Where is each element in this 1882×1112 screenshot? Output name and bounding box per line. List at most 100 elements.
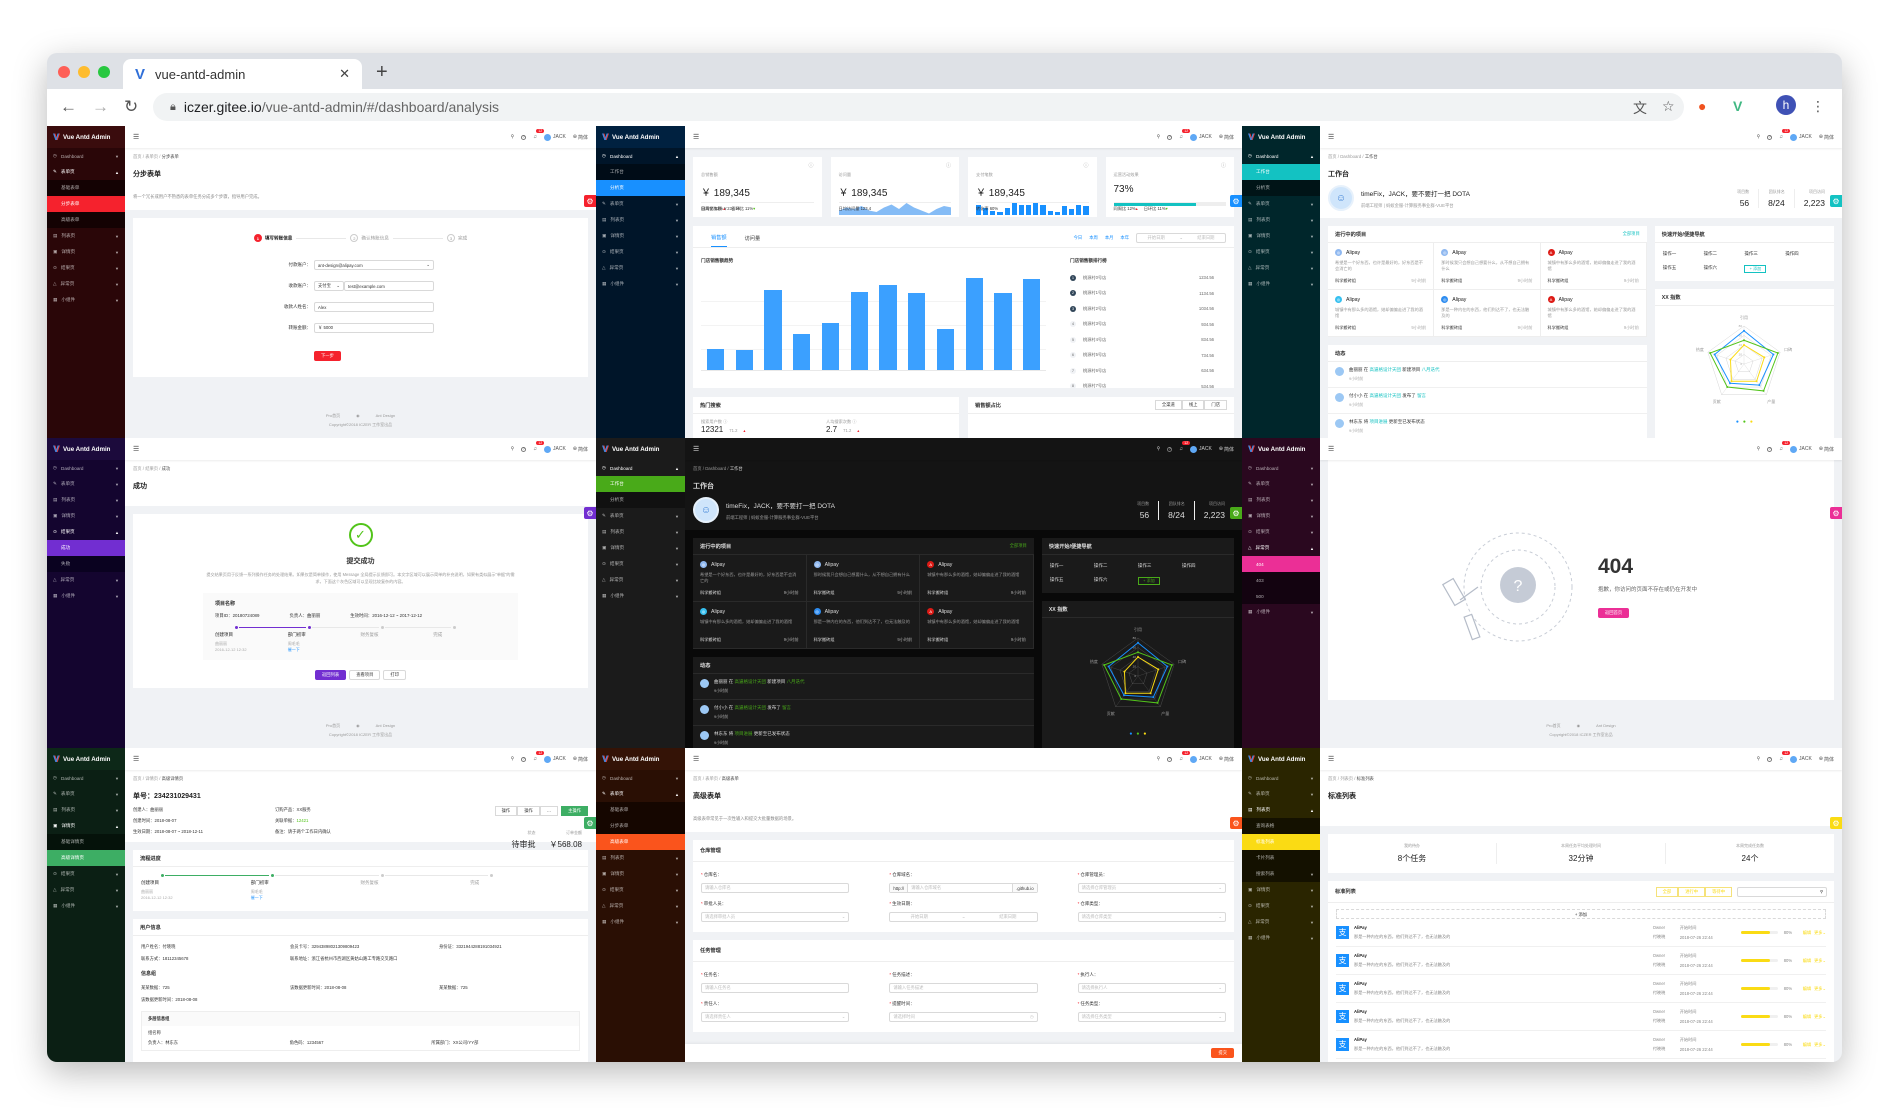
sidebar-item-2[interactable]: ▤ 列表页 ▼: [1242, 492, 1320, 508]
quick-nav-link[interactable]: 操作五: [1663, 265, 1704, 273]
language-switch[interactable]: ⊕ 简体: [573, 134, 588, 141]
user-menu[interactable]: JACK: [1190, 755, 1212, 763]
notification-button[interactable]: ♫ 12: [1779, 129, 1791, 140]
submenu-item[interactable]: 标准列表: [1242, 834, 1320, 850]
channel-option[interactable]: 全渠道: [1154, 400, 1182, 410]
github-icon[interactable]: ◉: [1577, 721, 1581, 730]
search-icon[interactable]: ⚲: [1157, 756, 1161, 762]
sales-bar[interactable]: [706, 348, 724, 370]
sidebar-item-4[interactable]: ⊙ 结果页 ▼: [1242, 898, 1320, 914]
breadcrumb-item[interactable]: 首页: [1328, 154, 1337, 159]
sidebar-item-6[interactable]: ▦ 小组件 ▼: [47, 588, 125, 604]
question-circle-icon[interactable]: ?: [1167, 134, 1173, 140]
filter-option[interactable]: 进行中: [1678, 886, 1706, 897]
submenu-item[interactable]: 分析页: [1242, 180, 1320, 196]
user-menu[interactable]: JACK: [544, 755, 566, 763]
breadcrumb-item[interactable]: Dashboard: [1340, 154, 1361, 159]
select-field[interactable]: 请选择责任人 ⌄: [701, 1012, 850, 1022]
settings-drawer-button[interactable]: ⚙: [1230, 817, 1242, 829]
submit-button[interactable]: 提交: [1211, 1048, 1234, 1058]
form-input[interactable]: test@example.com: [344, 281, 434, 291]
sidebar-item-0[interactable]: ◷ Dashboard ▼: [596, 770, 685, 786]
footer-link-antd[interactable]: Ant Design: [376, 723, 396, 728]
legend-dot[interactable]: ●: [1750, 419, 1753, 425]
quick-nav-link[interactable]: 操作一: [1050, 563, 1094, 569]
menu-fold-icon[interactable]: ☰: [1328, 445, 1334, 453]
quick-nav-link[interactable]: 操作五: [1050, 577, 1094, 585]
sidebar-item-6[interactable]: ▦ 小组件 ▼: [596, 588, 685, 604]
quick-nav-link[interactable]: 操作六: [1704, 265, 1745, 273]
sidebar-item-6[interactable]: ▦ 小组件 ▼: [1242, 930, 1320, 946]
sidebar-item-6[interactable]: ▦ 小组件 ▼: [1242, 276, 1320, 292]
submenu-item[interactable]: 分步表单: [596, 818, 685, 834]
question-circle-icon[interactable]: ?: [1767, 756, 1773, 762]
user-menu[interactable]: JACK: [544, 133, 566, 141]
submenu-item[interactable]: 403: [1242, 572, 1320, 588]
settings-drawer-button[interactable]: ⚙: [1830, 507, 1842, 519]
language-switch[interactable]: ⊕ 简体: [573, 756, 588, 763]
project-card[interactable]: ◎ Alipay 那是一种内在的东西，他们到达不了，也无法触及的 科学搬砖组 9小时前: [806, 602, 921, 649]
sales-bar[interactable]: [908, 292, 926, 370]
forward-icon[interactable]: →: [92, 97, 109, 117]
select-field[interactable]: 请选择执行人 ⌄: [1077, 983, 1226, 993]
submenu-item[interactable]: 查询表格: [1242, 818, 1320, 834]
legend-dot[interactable]: ●: [1143, 731, 1146, 737]
breadcrumb-item[interactable]: 首页: [1328, 776, 1337, 781]
quick-nav-link[interactable]: 操作三: [1744, 251, 1785, 257]
sales-bar[interactable]: [735, 349, 753, 370]
sidebar-item-4[interactable]: ⊙ 结果页 ▲: [47, 524, 125, 540]
sales-bar[interactable]: [965, 278, 983, 370]
user-menu[interactable]: JACK: [1190, 445, 1212, 453]
app-logo[interactable]: V Vue Antd Admin: [47, 748, 125, 770]
channel-option[interactable]: 门店: [1204, 400, 1227, 410]
search-icon[interactable]: ⚲: [1757, 756, 1761, 762]
language-switch[interactable]: ⊕ 简体: [1219, 446, 1234, 453]
project-card[interactable]: A Alipay 城镇中有那么多的酒馆，她却偏偏走进了我的酒馆 科学搬砖组 9小时前: [1540, 290, 1647, 337]
sidebar-item-1[interactable]: ✎ 表单页 ▼: [47, 786, 125, 802]
submenu-item[interactable]: 工作台: [596, 164, 685, 180]
sidebar-item-5[interactable]: △ 异常页 ▼: [596, 260, 685, 276]
sidebar-item-5[interactable]: △ 异常页 ▼: [1242, 914, 1320, 930]
project-card[interactable]: ◎ Alipay 那是一种内在的东西，他们到达不了，也无法触及的 科学搬砖组 9小时前: [1434, 290, 1541, 337]
question-circle-icon[interactable]: ?: [1767, 446, 1773, 452]
edit-link[interactable]: 编辑: [1803, 958, 1811, 964]
close-window-button[interactable]: [58, 66, 70, 78]
reload-icon[interactable]: ↻: [124, 97, 138, 117]
sidebar-item-5[interactable]: △ 异常页 ▼: [1242, 260, 1320, 276]
sidebar-item-0[interactable]: ◷ Dashboard ▲: [1242, 148, 1320, 164]
profile-avatar[interactable]: h: [1776, 95, 1796, 115]
quick-nav-link[interactable]: 操作六: [1094, 577, 1138, 585]
browser-menu-icon[interactable]: ⋮: [1811, 98, 1825, 115]
input-field[interactable]: 请输入任务名: [701, 983, 850, 993]
user-menu[interactable]: JACK: [1790, 445, 1812, 453]
sales-bar[interactable]: [994, 293, 1012, 370]
legend-dot[interactable]: ●: [1129, 731, 1132, 737]
info-circle-icon[interactable]: ⓘ: [808, 162, 813, 169]
submenu-item[interactable]: 基础表单: [47, 180, 125, 196]
search-icon[interactable]: ⚲: [1757, 446, 1761, 452]
sales-bar[interactable]: [850, 291, 868, 370]
project-team[interactable]: 科学搬砖组: [1441, 325, 1462, 331]
sidebar-item-4[interactable]: ⊙ 结果页 ▼: [47, 866, 125, 882]
menu-fold-icon[interactable]: ☰: [133, 755, 139, 763]
sidebar-item-5[interactable]: △ 异常页 ▼: [47, 882, 125, 898]
breadcrumb-item[interactable]: 表单页: [705, 776, 718, 781]
more-dropdown[interactable]: 更多⌄: [1814, 930, 1826, 936]
language-switch[interactable]: ⊕ 简体: [1819, 446, 1834, 453]
sidebar-item-6[interactable]: ▦ 小组件 ▼: [47, 292, 125, 308]
breadcrumb-item[interactable]: 结果页: [145, 466, 158, 471]
quick-nav-link[interactable]: 操作四: [1182, 563, 1226, 569]
settings-drawer-button[interactable]: ⚙: [1830, 195, 1842, 207]
user-menu[interactable]: JACK: [1790, 755, 1812, 763]
project-card[interactable]: ◎ Alipay 那时候我只会想自己想要什么，从不想自己拥有什么 科学搬砖组 9小时前: [806, 555, 921, 602]
select-field[interactable]: 请选择审批人员 ⌄: [701, 912, 850, 922]
menu-fold-icon[interactable]: ☰: [133, 445, 139, 453]
app-logo[interactable]: V Vue Antd Admin: [596, 748, 685, 770]
sidebar-item-3[interactable]: ▣ 详情页 ▼: [596, 866, 685, 882]
sidebar-item-3[interactable]: ▣ 详情页 ▲: [47, 818, 125, 834]
project-team[interactable]: 科学搬砖组: [700, 590, 721, 596]
language-switch[interactable]: ⊕ 简体: [1819, 756, 1834, 763]
submenu-item[interactable]: 成功: [47, 540, 125, 556]
app-logo[interactable]: V Vue Antd Admin: [1242, 126, 1320, 148]
sidebar-item-0[interactable]: ◷ Dashboard ▼: [47, 460, 125, 476]
